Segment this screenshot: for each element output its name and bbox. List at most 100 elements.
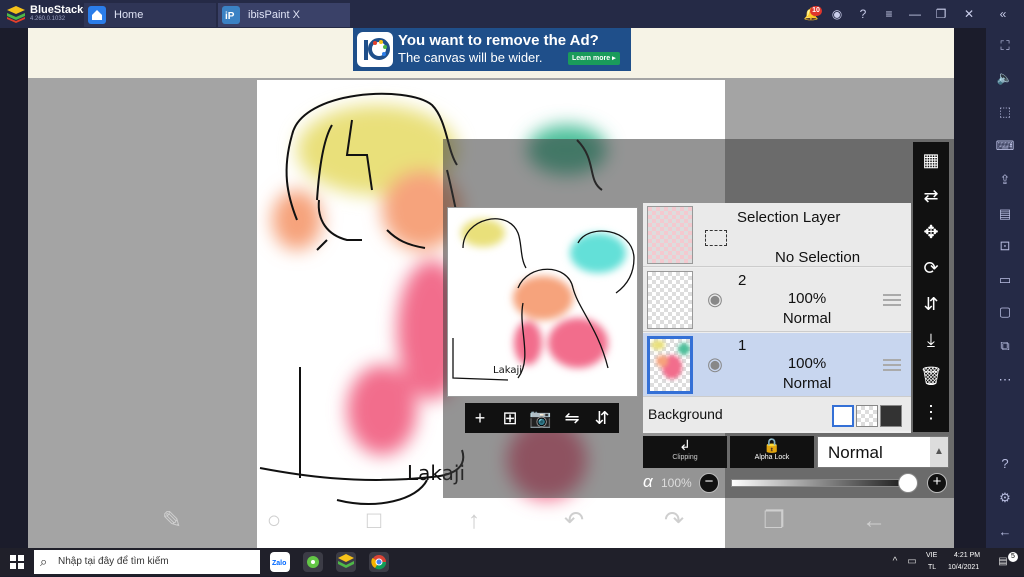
drag-handle-icon[interactable] (883, 359, 901, 371)
tab-home[interactable]: Home (84, 3, 216, 27)
alpha-lock-button[interactable]: 🔒 Alpha Lock (730, 436, 814, 468)
opacity-slider[interactable] (731, 479, 915, 487)
bluestacks-taskbar-icon[interactable] (336, 552, 356, 572)
windows-start-icon[interactable] (10, 555, 24, 569)
clipping-label: Clipping (672, 454, 698, 461)
folder-icon[interactable]: ▢ (994, 302, 1016, 322)
app-name: BlueStacks (30, 4, 90, 16)
language-top[interactable]: VIE (926, 552, 937, 559)
opacity-bar: α 100% − + (643, 471, 953, 495)
clock-date[interactable]: 10/4/2021 (948, 564, 979, 571)
checkerboard-icon[interactable]: ▦ (919, 148, 943, 172)
layer-list: Selection Layer No Selection ◉ 2 100% No… (643, 203, 911, 433)
rotate-flip-icon[interactable]: ⟳ (919, 256, 943, 280)
background-dark-swatch[interactable] (880, 405, 902, 427)
volume-icon[interactable]: 🔈 (994, 68, 1016, 88)
flip-vertical-layer-icon[interactable]: ⇵ (919, 292, 943, 316)
app-version: 4.260.0.1032 (30, 16, 66, 22)
learn-more-button[interactable]: Learn more ▸ (568, 52, 620, 65)
canvas-preview[interactable]: Lakaji (447, 207, 638, 397)
account-icon[interactable]: ◉ (829, 6, 845, 22)
svg-text:iP: iP (225, 11, 235, 22)
app-green-icon[interactable] (303, 552, 323, 572)
screenshot-icon[interactable]: ⊡ (994, 236, 1016, 256)
home-icon (88, 6, 106, 24)
restore-icon[interactable]: ❐ (933, 6, 949, 22)
tab-home-label: Home (114, 9, 144, 21)
fullscreen-icon[interactable]: ⛶ (994, 36, 1016, 56)
settings-icon[interactable]: ⚙ (994, 488, 1016, 508)
pointer-icon[interactable]: ⬚ (994, 102, 1016, 122)
language-bottom[interactable]: TL (928, 564, 936, 571)
more-vertical-icon[interactable]: ⋮ (919, 400, 943, 424)
background-row: Background (643, 397, 911, 431)
background-transparent-swatch[interactable] (856, 405, 878, 427)
layer-blend-mode: Normal (782, 310, 832, 327)
move-icon[interactable]: ✥ (919, 220, 943, 244)
add-layer-boxed-icon[interactable]: ⊞ (499, 407, 521, 429)
emulator-screen: You want to remove the Ad? The canvas wi… (28, 28, 954, 548)
close-icon[interactable]: ✕ (961, 6, 977, 22)
increase-opacity-button[interactable]: + (927, 473, 947, 493)
tab-ibispaint[interactable]: iP ibisPaint X (218, 3, 350, 27)
selection-layer-name: Selection Layer (737, 209, 841, 226)
clipping-button[interactable]: ↲ Clipping (643, 436, 727, 468)
record-icon[interactable]: ▭ (994, 270, 1016, 290)
title-bar: BlueStacks 4.260.0.1032 Home iP ibisPain… (0, 0, 1024, 28)
layer-thumbnail-art (651, 340, 690, 379)
tab-ibispaint-label: ibisPaint X (248, 9, 300, 21)
blend-mode-select[interactable]: Normal ▲ (817, 436, 949, 468)
install-apk-icon[interactable]: ⇪ (994, 170, 1016, 190)
back-arrow-icon[interactable]: ← (859, 506, 889, 536)
add-layer-icon[interactable]: + (469, 407, 491, 429)
brush-tool-icon[interactable]: ✎ (157, 506, 187, 536)
color-circle-icon[interactable]: ○ (259, 506, 289, 536)
clock-time[interactable]: 4:21 PM (954, 552, 980, 559)
blend-mode-value: Normal (828, 443, 883, 462)
back-icon[interactable]: ← (994, 522, 1016, 542)
layer-thumbnail (647, 336, 693, 394)
layer-row[interactable]: ◉ 2 100% Normal (643, 268, 911, 332)
ad-banner[interactable]: You want to remove the Ad? The canvas wi… (353, 28, 631, 71)
layers-icon[interactable]: ❐ (759, 506, 789, 536)
multi-instance-icon[interactable]: ⧉ (994, 336, 1016, 356)
undo-icon[interactable]: ↶ (559, 506, 589, 536)
keyboard-icon[interactable]: ⌨ (994, 136, 1016, 156)
layer-name: 1 (738, 337, 747, 354)
layer-thumbnail (647, 271, 693, 329)
zalo-icon[interactable]: Zalo (270, 552, 290, 572)
background-white-swatch[interactable] (832, 405, 854, 427)
help-sidebar-icon[interactable]: ? (994, 454, 1016, 474)
apk-icon[interactable]: ▤ (994, 204, 1016, 224)
tray-expand-icon[interactable]: ^ (888, 555, 902, 569)
redo-icon[interactable]: ↷ (659, 506, 689, 536)
decrease-opacity-button[interactable]: − (699, 473, 719, 493)
preview-signature: Lakaji (493, 365, 522, 376)
layer-row-selected[interactable]: ◉ 1 100% Normal (643, 333, 911, 397)
transfer-layer-icon[interactable]: ⇄ (919, 184, 943, 208)
square-icon[interactable]: □ (359, 506, 389, 536)
selection-layer-thumbnail (647, 206, 693, 264)
ad-title: You want to remove the Ad? (398, 32, 599, 49)
flip-horizontal-icon[interactable]: ⇋ (561, 407, 583, 429)
minimize-icon[interactable]: — (907, 6, 923, 22)
drag-handle-icon[interactable] (883, 294, 901, 306)
flip-vertical-icon[interactable]: ⇵ (591, 407, 613, 429)
camera-icon[interactable]: 📷 (529, 407, 551, 429)
taskbar-search[interactable]: ⌕ Nhập tại đây để tìm kiếm (34, 550, 260, 574)
network-icon[interactable]: ▭ (905, 555, 919, 569)
collapse-sidebar-icon[interactable]: « (995, 6, 1011, 22)
windows-taskbar: ⌕ Nhập tại đây để tìm kiếm Zalo ^ ▭ VIE … (0, 548, 1024, 576)
merge-down-icon[interactable]: ⤓ (919, 328, 943, 352)
opacity-slider-knob[interactable] (898, 473, 918, 493)
chrome-icon[interactable] (369, 552, 389, 572)
upload-arrow-icon[interactable]: ↑ (459, 506, 489, 536)
help-icon[interactable]: ? (855, 6, 871, 22)
background-label: Background (648, 406, 723, 422)
selection-layer-row[interactable]: Selection Layer No Selection (643, 203, 911, 267)
trash-icon[interactable]: 🗑 (919, 364, 943, 388)
menu-icon[interactable]: ≡ (881, 6, 897, 22)
layer-name: 2 (738, 272, 747, 289)
ibispaint-icon: iP (222, 6, 240, 24)
more-icon[interactable]: ⋯ (994, 370, 1016, 390)
